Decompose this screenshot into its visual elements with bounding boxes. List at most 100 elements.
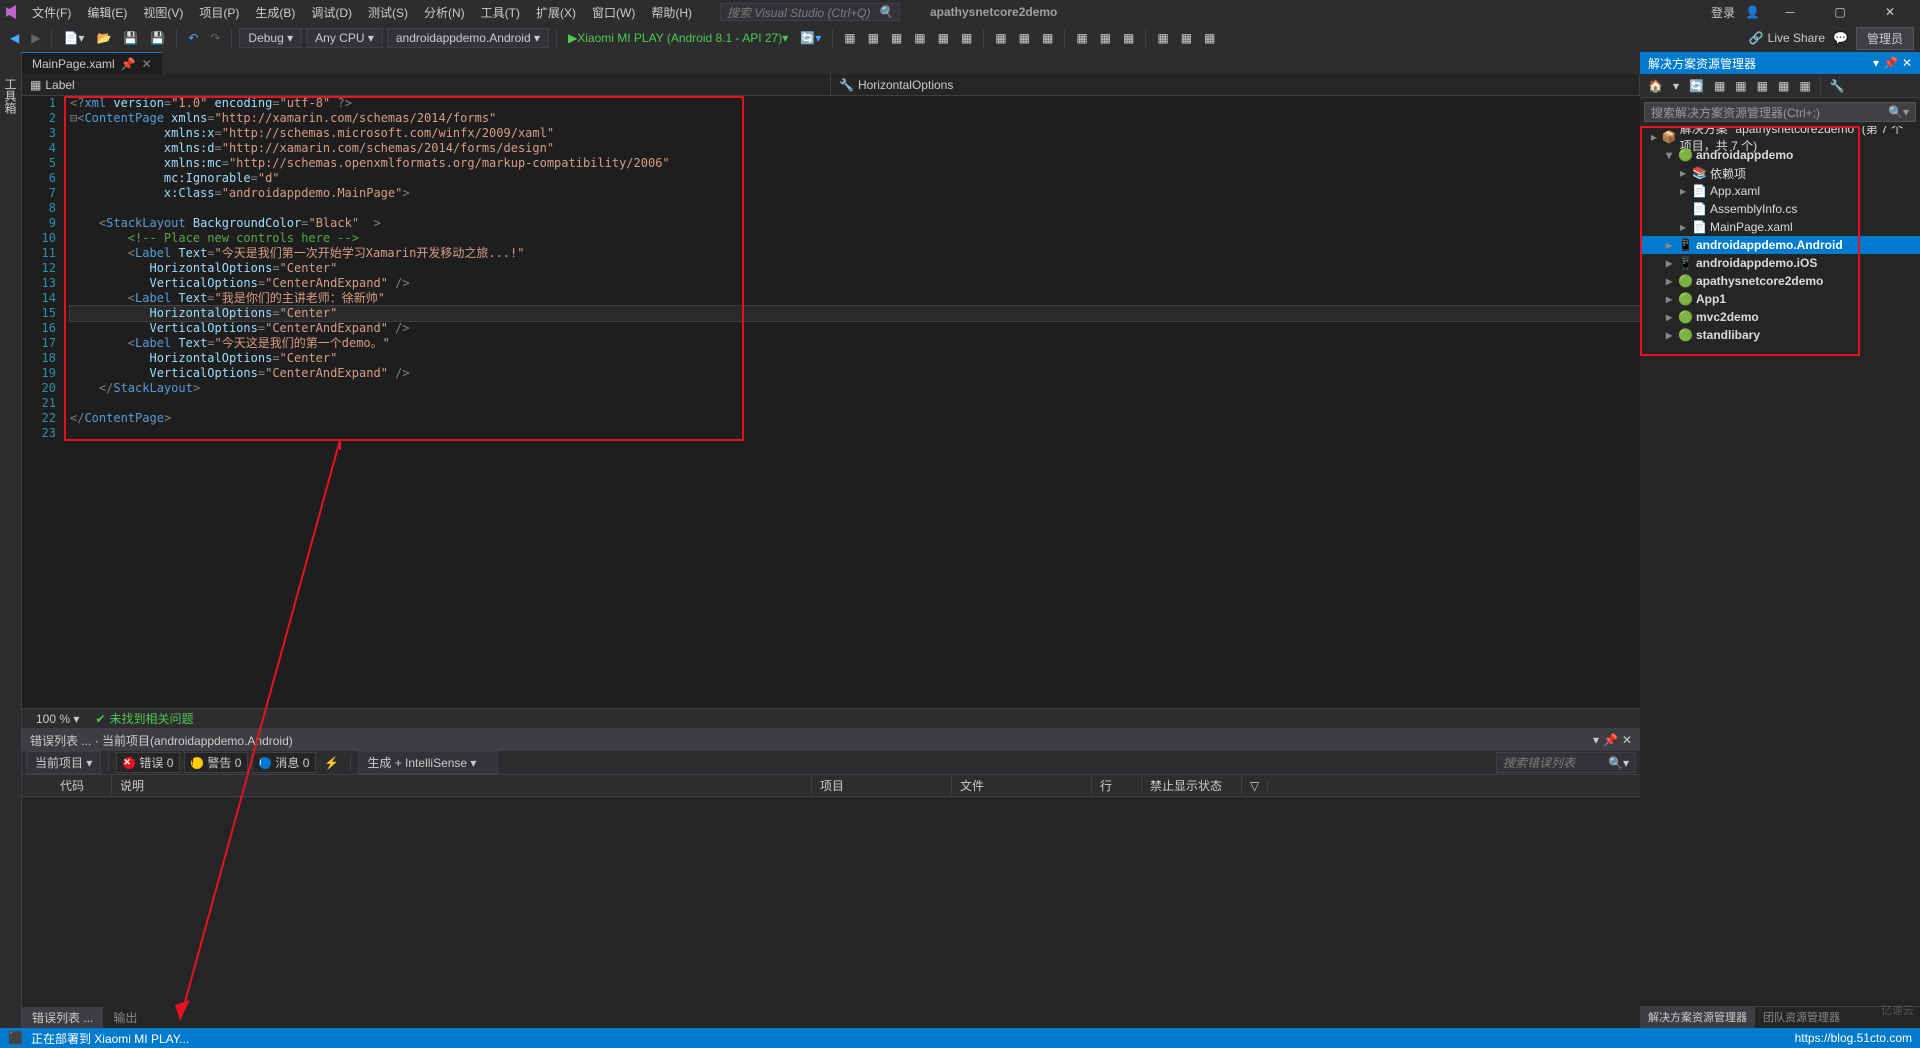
pin-icon[interactable]: 📌: [1603, 733, 1618, 747]
sln-tb-2[interactable]: ▦: [1710, 77, 1729, 95]
tb-icon-8[interactable]: ▦: [1015, 29, 1034, 47]
col-header[interactable]: 行: [1092, 777, 1142, 794]
pin-icon[interactable]: 📌: [1883, 56, 1898, 70]
tree-item[interactable]: 📄AssemblyInfo.cs: [1640, 200, 1920, 218]
tb-icon-6[interactable]: ▦: [957, 29, 976, 47]
panel-title-bar[interactable]: 解决方案资源管理器 ▾ 📌 ✕: [1640, 52, 1920, 74]
tree-item[interactable]: ▸🟢mvc2demo: [1640, 308, 1920, 326]
tree-arrow-icon[interactable]: ▸: [1678, 166, 1688, 180]
scope-dropdown[interactable]: 当前项目 ▾: [26, 751, 101, 774]
tb-icon-5[interactable]: ▦: [934, 29, 953, 47]
menu-item[interactable]: 扩展(X): [528, 0, 584, 25]
nav-fwd-button[interactable]: ▶: [27, 29, 44, 47]
tb-icon-7[interactable]: ▦: [991, 29, 1010, 47]
lightning-icon[interactable]: ⚡: [320, 754, 343, 772]
tab-mainpage[interactable]: MainPage.xaml 📌 ✕: [22, 52, 162, 74]
zoom-dropdown[interactable]: 100 % ▾: [30, 712, 85, 726]
pin-icon[interactable]: 📌: [121, 57, 136, 71]
tree-item[interactable]: ▸📚依赖项: [1640, 164, 1920, 182]
menu-item[interactable]: 文件(F): [24, 0, 79, 25]
filter-icon[interactable]: ▽: [1242, 779, 1268, 793]
sln-tb-5[interactable]: ▦: [1774, 77, 1793, 95]
sln-tb-4[interactable]: ▦: [1753, 77, 1772, 95]
wrench-icon[interactable]: 🔧: [1826, 77, 1849, 95]
solution-tree[interactable]: ▸📦解决方案 "apathysnetcore2demo" (第 7 个项目，共 …: [1640, 126, 1920, 1006]
open-button[interactable]: 📂: [92, 29, 115, 47]
menu-item[interactable]: 分析(N): [416, 0, 473, 25]
tree-arrow-icon[interactable]: ▸: [1678, 184, 1688, 198]
tree-arrow-icon[interactable]: ▸: [1664, 292, 1674, 306]
tree-item[interactable]: ▸📄App.xaml: [1640, 182, 1920, 200]
new-project-button[interactable]: 📄▾: [59, 29, 88, 47]
tb-icon-2[interactable]: ▦: [864, 29, 883, 47]
col-header[interactable]: 代码: [52, 777, 112, 794]
avatar-icon[interactable]: 👤: [1745, 5, 1760, 19]
errors-filter[interactable]: ✕错误 0: [116, 752, 180, 773]
nav-back-button[interactable]: ◀: [6, 29, 23, 47]
menu-item[interactable]: 工具(T): [473, 0, 528, 25]
config-dropdown[interactable]: Debug ▾: [239, 28, 302, 48]
tb-icon-9[interactable]: ▦: [1038, 29, 1057, 47]
col-header[interactable]: 说明: [112, 777, 812, 794]
close-icon[interactable]: ✕: [1902, 56, 1912, 70]
redo-button[interactable]: ↷: [206, 29, 224, 47]
col-header[interactable]: 禁止显示状态: [1142, 777, 1242, 794]
tb-icon-10[interactable]: ▦: [1072, 29, 1091, 47]
close-icon[interactable]: ✕: [142, 57, 152, 71]
solution-search-input[interactable]: 搜索解决方案资源管理器(Ctrl+;) 🔍▾: [1644, 102, 1916, 122]
tree-item[interactable]: ▸📦解决方案 "apathysnetcore2demo" (第 7 个项目，共 …: [1640, 128, 1920, 146]
startup-dropdown[interactable]: androidappdemo.Android ▾: [387, 28, 549, 48]
build-filter-dropdown[interactable]: 生成 + IntelliSense ▾: [358, 751, 498, 774]
chevron-down-icon[interactable]: ▾: [1593, 733, 1599, 747]
tb-icon-13[interactable]: ▦: [1153, 29, 1172, 47]
refresh-button[interactable]: 🔄▾: [796, 29, 825, 47]
nav-element-dropdown[interactable]: ▦ Label: [22, 74, 831, 95]
tb-icon-3[interactable]: ▦: [887, 29, 906, 47]
feedback-icon[interactable]: 💬: [1833, 31, 1848, 45]
messages-filter[interactable]: i消息 0: [252, 752, 316, 773]
tree-arrow-icon[interactable]: ▸: [1650, 130, 1658, 144]
menu-item[interactable]: 编辑(E): [79, 0, 135, 25]
close-icon[interactable]: ✕: [1622, 733, 1632, 747]
toolbox-tab[interactable]: 工具箱: [0, 72, 21, 120]
close-button[interactable]: ✕: [1870, 0, 1910, 24]
warnings-filter[interactable]: !警告 0: [184, 752, 248, 773]
tree-arrow-icon[interactable]: ▸: [1664, 238, 1674, 252]
tree-item[interactable]: ▸📱androidappdemo.Android: [1640, 236, 1920, 254]
tb-icon-15[interactable]: ▦: [1200, 29, 1219, 47]
maximize-button[interactable]: ▢: [1820, 0, 1860, 24]
col-header[interactable]: 文件: [952, 777, 1092, 794]
global-search-input[interactable]: 搜索 Visual Studio (Ctrl+Q) 🔍: [720, 3, 900, 21]
menu-item[interactable]: 视图(V): [135, 0, 191, 25]
tb-icon-4[interactable]: ▦: [910, 29, 929, 47]
tb-icon-11[interactable]: ▦: [1096, 29, 1115, 47]
menu-item[interactable]: 窗口(W): [584, 0, 643, 25]
start-debug-button[interactable]: ▶ Xiaomi MI PLAY (Android 8.1 - API 27) …: [564, 29, 792, 47]
tree-item[interactable]: ▸🟢apathysnetcore2demo: [1640, 272, 1920, 290]
tree-arrow-icon[interactable]: ▸: [1664, 310, 1674, 324]
nav-member-dropdown[interactable]: 🔧 HorizontalOptions: [831, 74, 1640, 95]
menu-item[interactable]: 项目(P): [191, 0, 247, 25]
no-issues-indicator[interactable]: ✔未找到相关问题: [95, 710, 193, 727]
code-editor[interactable]: 1234567891011121314151617181920212223 <?…: [22, 96, 1640, 708]
tree-arrow-icon[interactable]: ▸: [1664, 274, 1674, 288]
panel-header[interactable]: 错误列表 ... · 当前项目(androidappdemo.Android) …: [22, 729, 1640, 751]
save-all-button[interactable]: 💾: [146, 29, 169, 47]
tab-team[interactable]: 团队资源管理器: [1755, 1007, 1848, 1028]
tab-errorlist[interactable]: 错误列表 ...: [22, 1007, 103, 1028]
tb-icon-12[interactable]: ▦: [1119, 29, 1138, 47]
sln-tb-3[interactable]: ▦: [1731, 77, 1750, 95]
col-header[interactable]: 项目: [812, 777, 952, 794]
tree-item[interactable]: ▸🟢standlibary: [1640, 326, 1920, 344]
chevron-down-icon[interactable]: ▾: [1873, 56, 1879, 70]
minimize-button[interactable]: ─: [1770, 0, 1810, 24]
menu-item[interactable]: 调试(D): [303, 0, 360, 25]
tb-icon-14[interactable]: ▦: [1177, 29, 1196, 47]
sln-tb-6[interactable]: ▦: [1795, 77, 1814, 95]
home-icon[interactable]: 🏠: [1644, 77, 1667, 95]
tree-item[interactable]: ▸📱androidappdemo.iOS: [1640, 254, 1920, 272]
tree-item[interactable]: ▸🟢App1: [1640, 290, 1920, 308]
tree-arrow-icon[interactable]: ▸: [1664, 256, 1674, 270]
tree-item[interactable]: ▸📄MainPage.xaml: [1640, 218, 1920, 236]
tree-arrow-icon[interactable]: ▸: [1664, 328, 1674, 342]
